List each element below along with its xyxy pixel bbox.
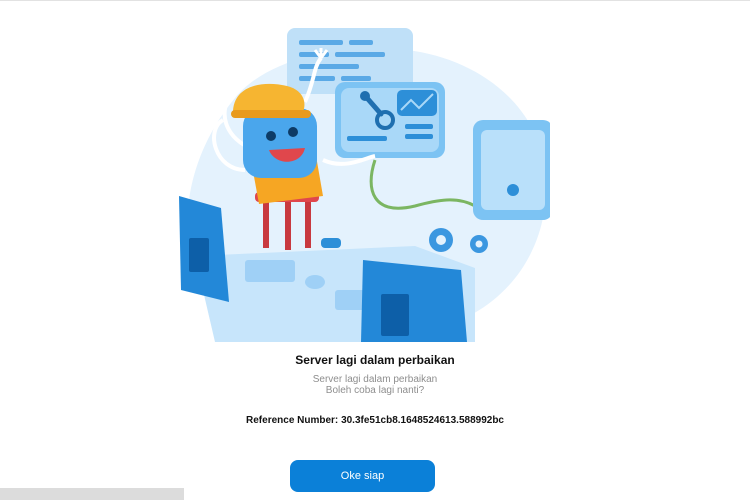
subtitle-line-1: Server lagi dalam perbaikan bbox=[312, 374, 438, 385]
horizontal-scrollbar[interactable] bbox=[0, 488, 184, 500]
page-title: Server lagi dalam perbaikan bbox=[295, 353, 455, 367]
front-monitor bbox=[361, 260, 467, 342]
control-panel bbox=[335, 82, 445, 158]
ok-button[interactable]: Oke siap bbox=[290, 460, 435, 492]
subtitle-line-2: Boleh coba lagi nanti? bbox=[325, 385, 425, 396]
reference-label: Reference Number: bbox=[246, 415, 339, 426]
maintenance-illustration bbox=[179, 28, 550, 342]
mouse bbox=[305, 275, 325, 289]
keyboard bbox=[245, 260, 295, 282]
right-monitor bbox=[473, 120, 550, 220]
reference-number: Reference Number: 30.3fe51cb8.1648524613… bbox=[0, 415, 750, 426]
top-divider bbox=[0, 0, 750, 1]
reference-value: 30.3fe51cb8.1648524613.588992bc bbox=[341, 415, 504, 426]
